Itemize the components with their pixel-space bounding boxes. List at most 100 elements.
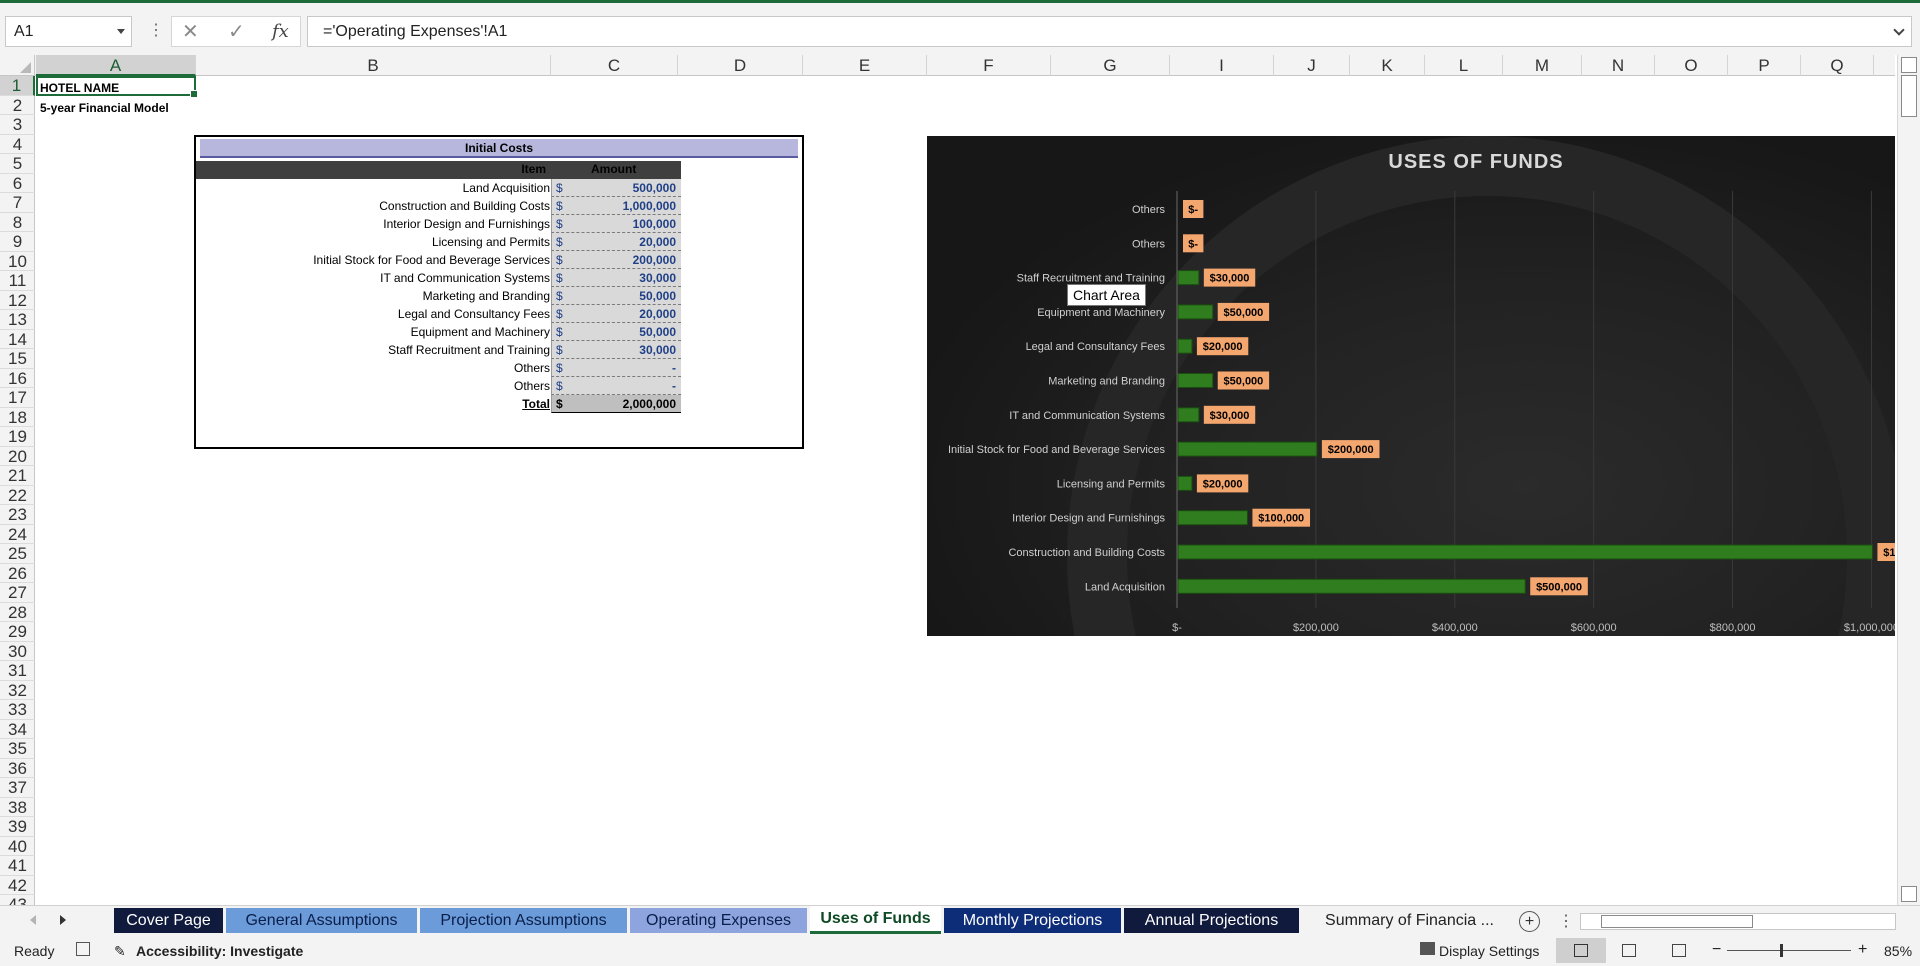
page-break-icon[interactable] xyxy=(1672,944,1686,957)
bar[interactable] xyxy=(1177,270,1200,286)
amount-cell[interactable]: $50,000 xyxy=(551,287,681,305)
column-header-m[interactable]: M xyxy=(1503,55,1582,76)
bar[interactable] xyxy=(1177,544,1873,560)
amount-cell[interactable]: $100,000 xyxy=(551,215,681,233)
column-header-d[interactable]: D xyxy=(678,55,803,76)
row-header-10[interactable]: 10 xyxy=(0,252,35,271)
row-header-9[interactable]: 9 xyxy=(0,232,35,252)
row-header-20[interactable]: 20 xyxy=(0,447,35,466)
column-header-r[interactable]: R xyxy=(1874,55,1895,76)
cell-a1[interactable]: HOTEL NAME xyxy=(40,81,119,95)
row-header-32[interactable]: 32 xyxy=(0,681,35,700)
sheet-tab[interactable]: Annual Projections xyxy=(1124,908,1299,933)
header-amount[interactable]: Amount xyxy=(591,162,636,176)
column-header-b[interactable]: B xyxy=(196,55,551,76)
row-header-36[interactable]: 36 xyxy=(0,759,35,778)
macro-record-icon[interactable] xyxy=(76,942,90,956)
column-header-k[interactable]: K xyxy=(1350,55,1425,76)
page-layout-icon[interactable] xyxy=(1622,944,1636,957)
row-header-30[interactable]: 30 xyxy=(0,642,35,661)
sheet-tab[interactable]: Operating Expenses xyxy=(630,908,807,933)
row-header-27[interactable]: 27 xyxy=(0,583,35,603)
column-header-i[interactable]: I xyxy=(1170,55,1274,76)
row-header-26[interactable]: 26 xyxy=(0,564,35,583)
amount-cell[interactable]: $200,000 xyxy=(551,251,681,269)
display-settings-label[interactable]: Display Settings xyxy=(1439,943,1539,959)
prev-sheet-icon[interactable] xyxy=(30,915,36,925)
amount-cell[interactable]: $20,000 xyxy=(551,305,681,323)
row-header-16[interactable]: 16 xyxy=(0,369,35,388)
row-header-7[interactable]: 7 xyxy=(0,193,35,213)
table-row[interactable]: Initial Stock for Food and Beverage Serv… xyxy=(196,251,681,269)
row-header-34[interactable]: 34 xyxy=(0,720,35,739)
display-settings-icon[interactable] xyxy=(1420,942,1435,955)
amount-cell[interactable]: $ - xyxy=(551,377,681,395)
amount-cell[interactable]: $50,000 xyxy=(551,323,681,341)
table-row[interactable]: Others $ - xyxy=(196,359,681,377)
more-options-icon[interactable]: ⋮ xyxy=(148,21,164,41)
scroll-down-icon[interactable] xyxy=(1901,886,1917,902)
row-header-19[interactable]: 19 xyxy=(0,427,35,447)
table-row[interactable]: Construction and Building Costs $1,000,00… xyxy=(196,197,681,215)
row-header-40[interactable]: 40 xyxy=(0,837,35,856)
sheet-tab[interactable]: Uses of Funds xyxy=(810,906,941,934)
bar[interactable] xyxy=(1177,407,1200,423)
table-row[interactable]: IT and Communication Systems $30,000 xyxy=(196,269,681,287)
sheet-tab[interactable]: Monthly Projections xyxy=(944,908,1121,933)
row-header-11[interactable]: 11 xyxy=(0,271,35,291)
row-header-25[interactable]: 25 xyxy=(0,544,35,564)
table-total-row[interactable]: Total $ 2,000,000 xyxy=(196,395,681,413)
cancel-icon[interactable]: ✕ xyxy=(182,20,199,44)
table-row[interactable]: Others $ - xyxy=(196,377,681,395)
amount-cell[interactable]: $20,000 xyxy=(551,233,681,251)
table-row[interactable]: Land Acquisition $500,000 xyxy=(196,179,681,197)
bar[interactable] xyxy=(1177,373,1214,388)
row-header-4[interactable]: 4 xyxy=(0,135,35,154)
column-header-p[interactable]: P xyxy=(1728,55,1801,76)
zoom-slider[interactable] xyxy=(1727,950,1851,951)
horizontal-scroll-thumb[interactable] xyxy=(1601,915,1753,928)
column-header-e[interactable]: E xyxy=(803,55,927,76)
horizontal-scrollbar[interactable] xyxy=(1580,913,1896,930)
row-header-15[interactable]: 15 xyxy=(0,349,35,369)
row-header-43[interactable]: 43 xyxy=(0,895,35,905)
row-header-38[interactable]: 38 xyxy=(0,798,35,817)
add-sheet-icon[interactable]: + xyxy=(1519,911,1540,932)
table-row[interactable]: Equipment and Machinery $50,000 xyxy=(196,323,681,341)
accessibility-icon[interactable]: ✎ xyxy=(114,943,126,960)
sheet-tab[interactable]: Projection Assumptions xyxy=(420,908,627,933)
tab-options-icon[interactable]: ⋮ xyxy=(1558,911,1574,931)
table-row[interactable]: Licensing and Permits $20,000 xyxy=(196,233,681,251)
table-row[interactable]: Interior Design and Furnishings $100,000 xyxy=(196,215,681,233)
table-row[interactable]: Legal and Consultancy Fees $20,000 xyxy=(196,305,681,323)
column-header-o[interactable]: O xyxy=(1655,55,1728,76)
row-header-2[interactable]: 2 xyxy=(0,96,35,115)
total-amount-cell[interactable]: $ 2,000,000 xyxy=(551,395,681,413)
amount-cell[interactable]: $30,000 xyxy=(551,269,681,287)
bar[interactable] xyxy=(1177,338,1193,354)
table-row[interactable]: Staff Recruitment and Training $30,000 xyxy=(196,341,681,359)
amount-cell[interactable]: $30,000 xyxy=(551,341,681,359)
zoom-in-icon[interactable]: + xyxy=(1858,941,1867,959)
bar[interactable] xyxy=(1177,510,1248,526)
sheet-tab[interactable]: General Assumptions xyxy=(226,908,417,933)
enter-icon[interactable]: ✓ xyxy=(228,20,245,44)
row-header-18[interactable]: 18 xyxy=(0,408,35,427)
row-header-42[interactable]: 42 xyxy=(0,876,35,895)
zoom-out-icon[interactable]: − xyxy=(1712,941,1721,959)
row-header-12[interactable]: 12 xyxy=(0,291,35,310)
column-header-l[interactable]: L xyxy=(1425,55,1503,76)
name-box[interactable]: A1 xyxy=(5,16,132,47)
expand-formula-icon[interactable] xyxy=(1893,24,1905,36)
scroll-thumb[interactable] xyxy=(1901,75,1917,117)
row-header-17[interactable]: 17 xyxy=(0,388,35,408)
table-row[interactable]: Marketing and Branding $50,000 xyxy=(196,287,681,305)
column-header-a[interactable]: A xyxy=(36,55,196,76)
column-header-q[interactable]: Q xyxy=(1801,55,1874,76)
amount-cell[interactable]: $ - xyxy=(551,359,681,377)
row-header-28[interactable]: 28 xyxy=(0,603,35,622)
accessibility-status[interactable]: Accessibility: Investigate xyxy=(136,943,303,959)
row-header-21[interactable]: 21 xyxy=(0,466,35,486)
row-header-8[interactable]: 8 xyxy=(0,213,35,232)
bar[interactable] xyxy=(1177,578,1526,594)
